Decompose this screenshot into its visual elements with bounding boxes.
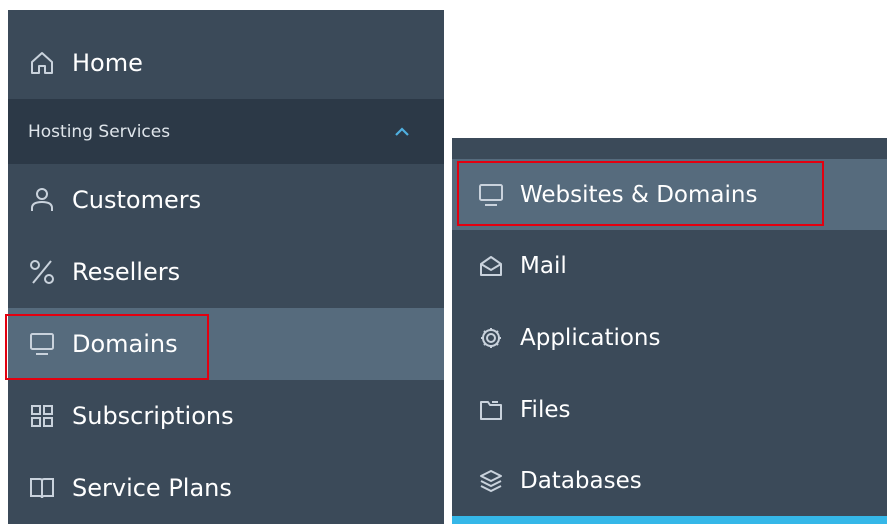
chevron-up-icon[interactable] <box>392 122 412 142</box>
nav-item-applications[interactable]: Applications <box>452 302 887 374</box>
nav-item-databases[interactable]: Databases <box>452 446 887 516</box>
nav-item-label: Mail <box>520 253 567 279</box>
layers-icon <box>476 466 506 496</box>
sidebar-item-label: Customers <box>72 186 202 214</box>
sidebar-item-resellers[interactable]: Resellers <box>8 236 444 308</box>
nav-item-mail[interactable]: Mail <box>452 230 887 302</box>
nav-item-websites-domains[interactable]: Websites & Domains <box>452 159 887 230</box>
mail-icon <box>476 251 506 281</box>
sidebar-item-label: Home <box>72 49 143 77</box>
gear-icon <box>476 323 506 353</box>
book-icon <box>26 472 58 504</box>
nav-item-files[interactable]: Files <box>452 374 887 446</box>
accent-bar <box>452 516 887 524</box>
sidebar-item-service-plans[interactable]: Service Plans <box>8 452 444 524</box>
home-icon <box>26 47 58 79</box>
left-sidebar: Home Hosting Services Customers Reseller… <box>8 10 444 524</box>
monitor-icon <box>476 180 506 210</box>
sidebar-item-label: Subscriptions <box>72 402 234 430</box>
nav-item-label: Files <box>520 397 571 423</box>
nav-item-label: Applications <box>520 325 661 351</box>
sidebar-item-label: Resellers <box>72 258 181 286</box>
monitor-icon <box>26 328 58 360</box>
sidebar-item-label: Service Plans <box>72 474 232 502</box>
sidebar-item-customers[interactable]: Customers <box>8 164 444 236</box>
section-hosting-services[interactable]: Hosting Services <box>8 99 444 164</box>
sidebar-item-label: Domains <box>72 330 178 358</box>
sidebar-item-subscriptions[interactable]: Subscriptions <box>8 380 444 452</box>
nav-item-label: Databases <box>520 468 642 494</box>
sidebar-item-home[interactable]: Home <box>8 30 444 96</box>
subscription-nav-panel: Websites & Domains Mail Applications Fil… <box>452 138 887 524</box>
sidebar-item-domains[interactable]: Domains <box>8 308 444 380</box>
folder-icon <box>476 395 506 425</box>
percent-icon <box>26 256 58 288</box>
user-icon <box>26 184 58 216</box>
screenshot-stage: Home Hosting Services Customers Reseller… <box>0 0 887 524</box>
section-label: Hosting Services <box>28 121 171 142</box>
grid-icon <box>26 400 58 432</box>
nav-item-label: Websites & Domains <box>520 181 758 208</box>
